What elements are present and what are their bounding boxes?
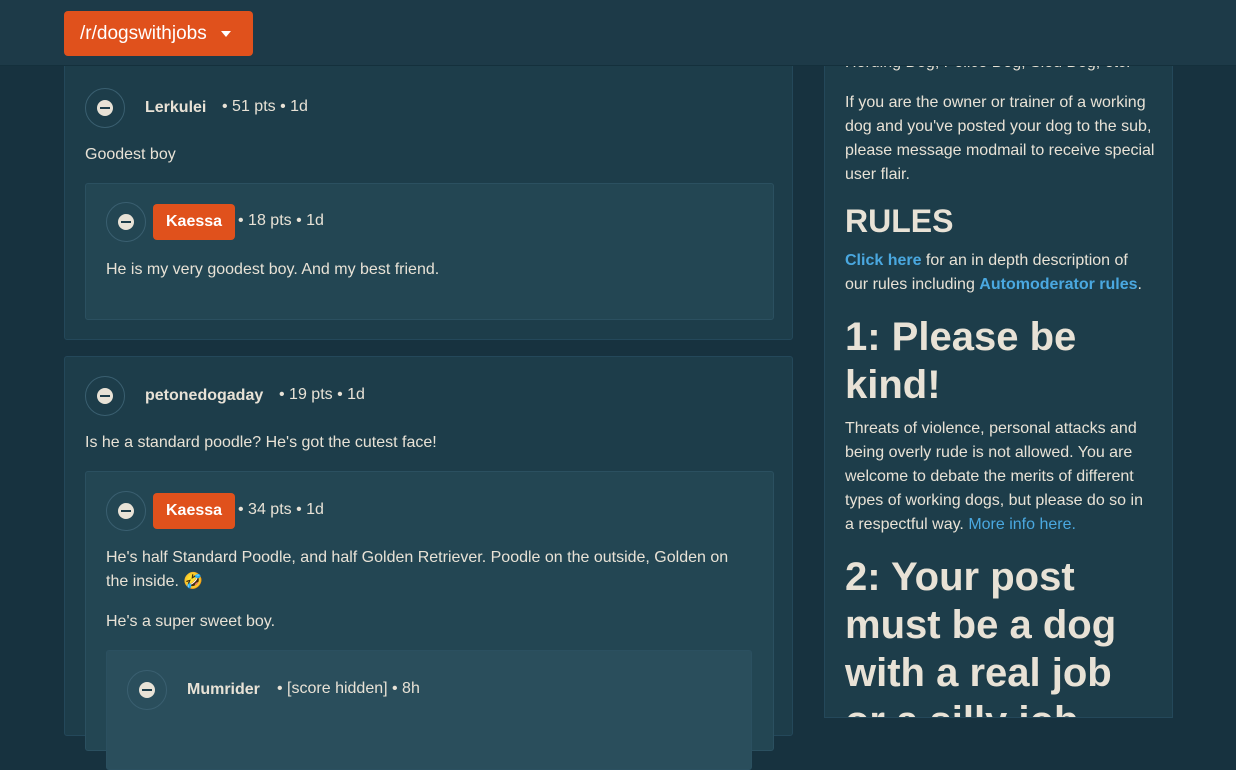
comment-author[interactable]: Lerkulei	[145, 99, 206, 117]
subreddit-dropdown-button[interactable]: /r/dogswithjobs	[64, 11, 253, 56]
subreddit-label: /r/dogswithjobs	[80, 22, 207, 44]
comment-meta: • 34 pts • 1d	[238, 501, 324, 518]
comment-body-line: He's half Standard Poodle, and half Gold…	[106, 549, 729, 566]
comment-body: He's a super sweet boy.	[106, 613, 276, 630]
minus-circle-icon	[139, 682, 155, 698]
comment-author[interactable]: Mumrider	[187, 681, 260, 699]
comment-body: He is my very goodest boy. And my best f…	[106, 261, 440, 278]
sidebar: Herding Dog, Police Dog, Sled Dog, etc. …	[824, 0, 1173, 718]
comment-meta: • 18 pts • 1d	[238, 212, 324, 229]
rule-1-more-info-link[interactable]: More info here.	[968, 516, 1076, 533]
chevron-down-icon	[220, 30, 231, 37]
comment-author[interactable]: petonedogaday	[145, 387, 263, 405]
comment-author-op-flair[interactable]: Kaessa	[153, 493, 236, 529]
rules-link[interactable]: Click here	[845, 252, 921, 269]
comment-body: Goodest boy	[85, 146, 176, 163]
reply-card: Kaessa • 18 pts • 1d He is my very goode…	[85, 183, 774, 320]
reply-card: Kaessa • 34 pts • 1d He's half Standard …	[85, 471, 774, 770]
comment-body: Is he a standard poodle? He's got the cu…	[85, 434, 437, 451]
collapse-button[interactable]	[106, 491, 146, 531]
reply-card: Mumrider • [score hidden] • 8h	[106, 650, 752, 770]
comment-card: petonedogaday • 19 pts • 1d Is he a stan…	[64, 356, 793, 770]
minus-circle-icon	[118, 214, 134, 230]
comment-author-op-flair[interactable]: Kaessa	[153, 204, 236, 240]
top-navbar: /r/dogswithjobs	[0, 0, 1236, 66]
collapse-button[interactable]	[85, 88, 125, 128]
collapse-button[interactable]	[106, 202, 146, 242]
comment-meta: • [score hidden] • 8h	[277, 680, 420, 697]
comment-body-line: the inside. 🤣	[106, 573, 204, 590]
automoderator-rules-link[interactable]: Automoderator rules	[979, 276, 1137, 293]
collapse-button[interactable]	[85, 376, 125, 416]
comment-meta: • 19 pts • 1d	[279, 386, 365, 403]
sidebar-flair-info: If you are the owner or trainer of a wor…	[845, 94, 1155, 183]
rules-heading: RULES	[845, 203, 954, 239]
collapse-button[interactable]	[127, 670, 167, 710]
rules-intro-end: .	[1137, 276, 1142, 293]
minus-circle-icon	[97, 100, 113, 116]
minus-circle-icon	[97, 388, 113, 404]
rule-1-heading: 1: Please be kind!	[845, 315, 1077, 407]
comment-meta: • 51 pts • 1d	[222, 98, 308, 115]
minus-circle-icon	[118, 503, 134, 519]
rule-2-heading: 2: Your post must be a dog with a real j…	[845, 555, 1117, 717]
comment-card: Lerkulei • 51 pts • 1d Goodest boy Kaess…	[64, 40, 793, 340]
rules-intro: Click here for an in depth description o…	[845, 249, 1155, 297]
rule-1-text: Threats of violence, personal attacks an…	[845, 417, 1155, 537]
